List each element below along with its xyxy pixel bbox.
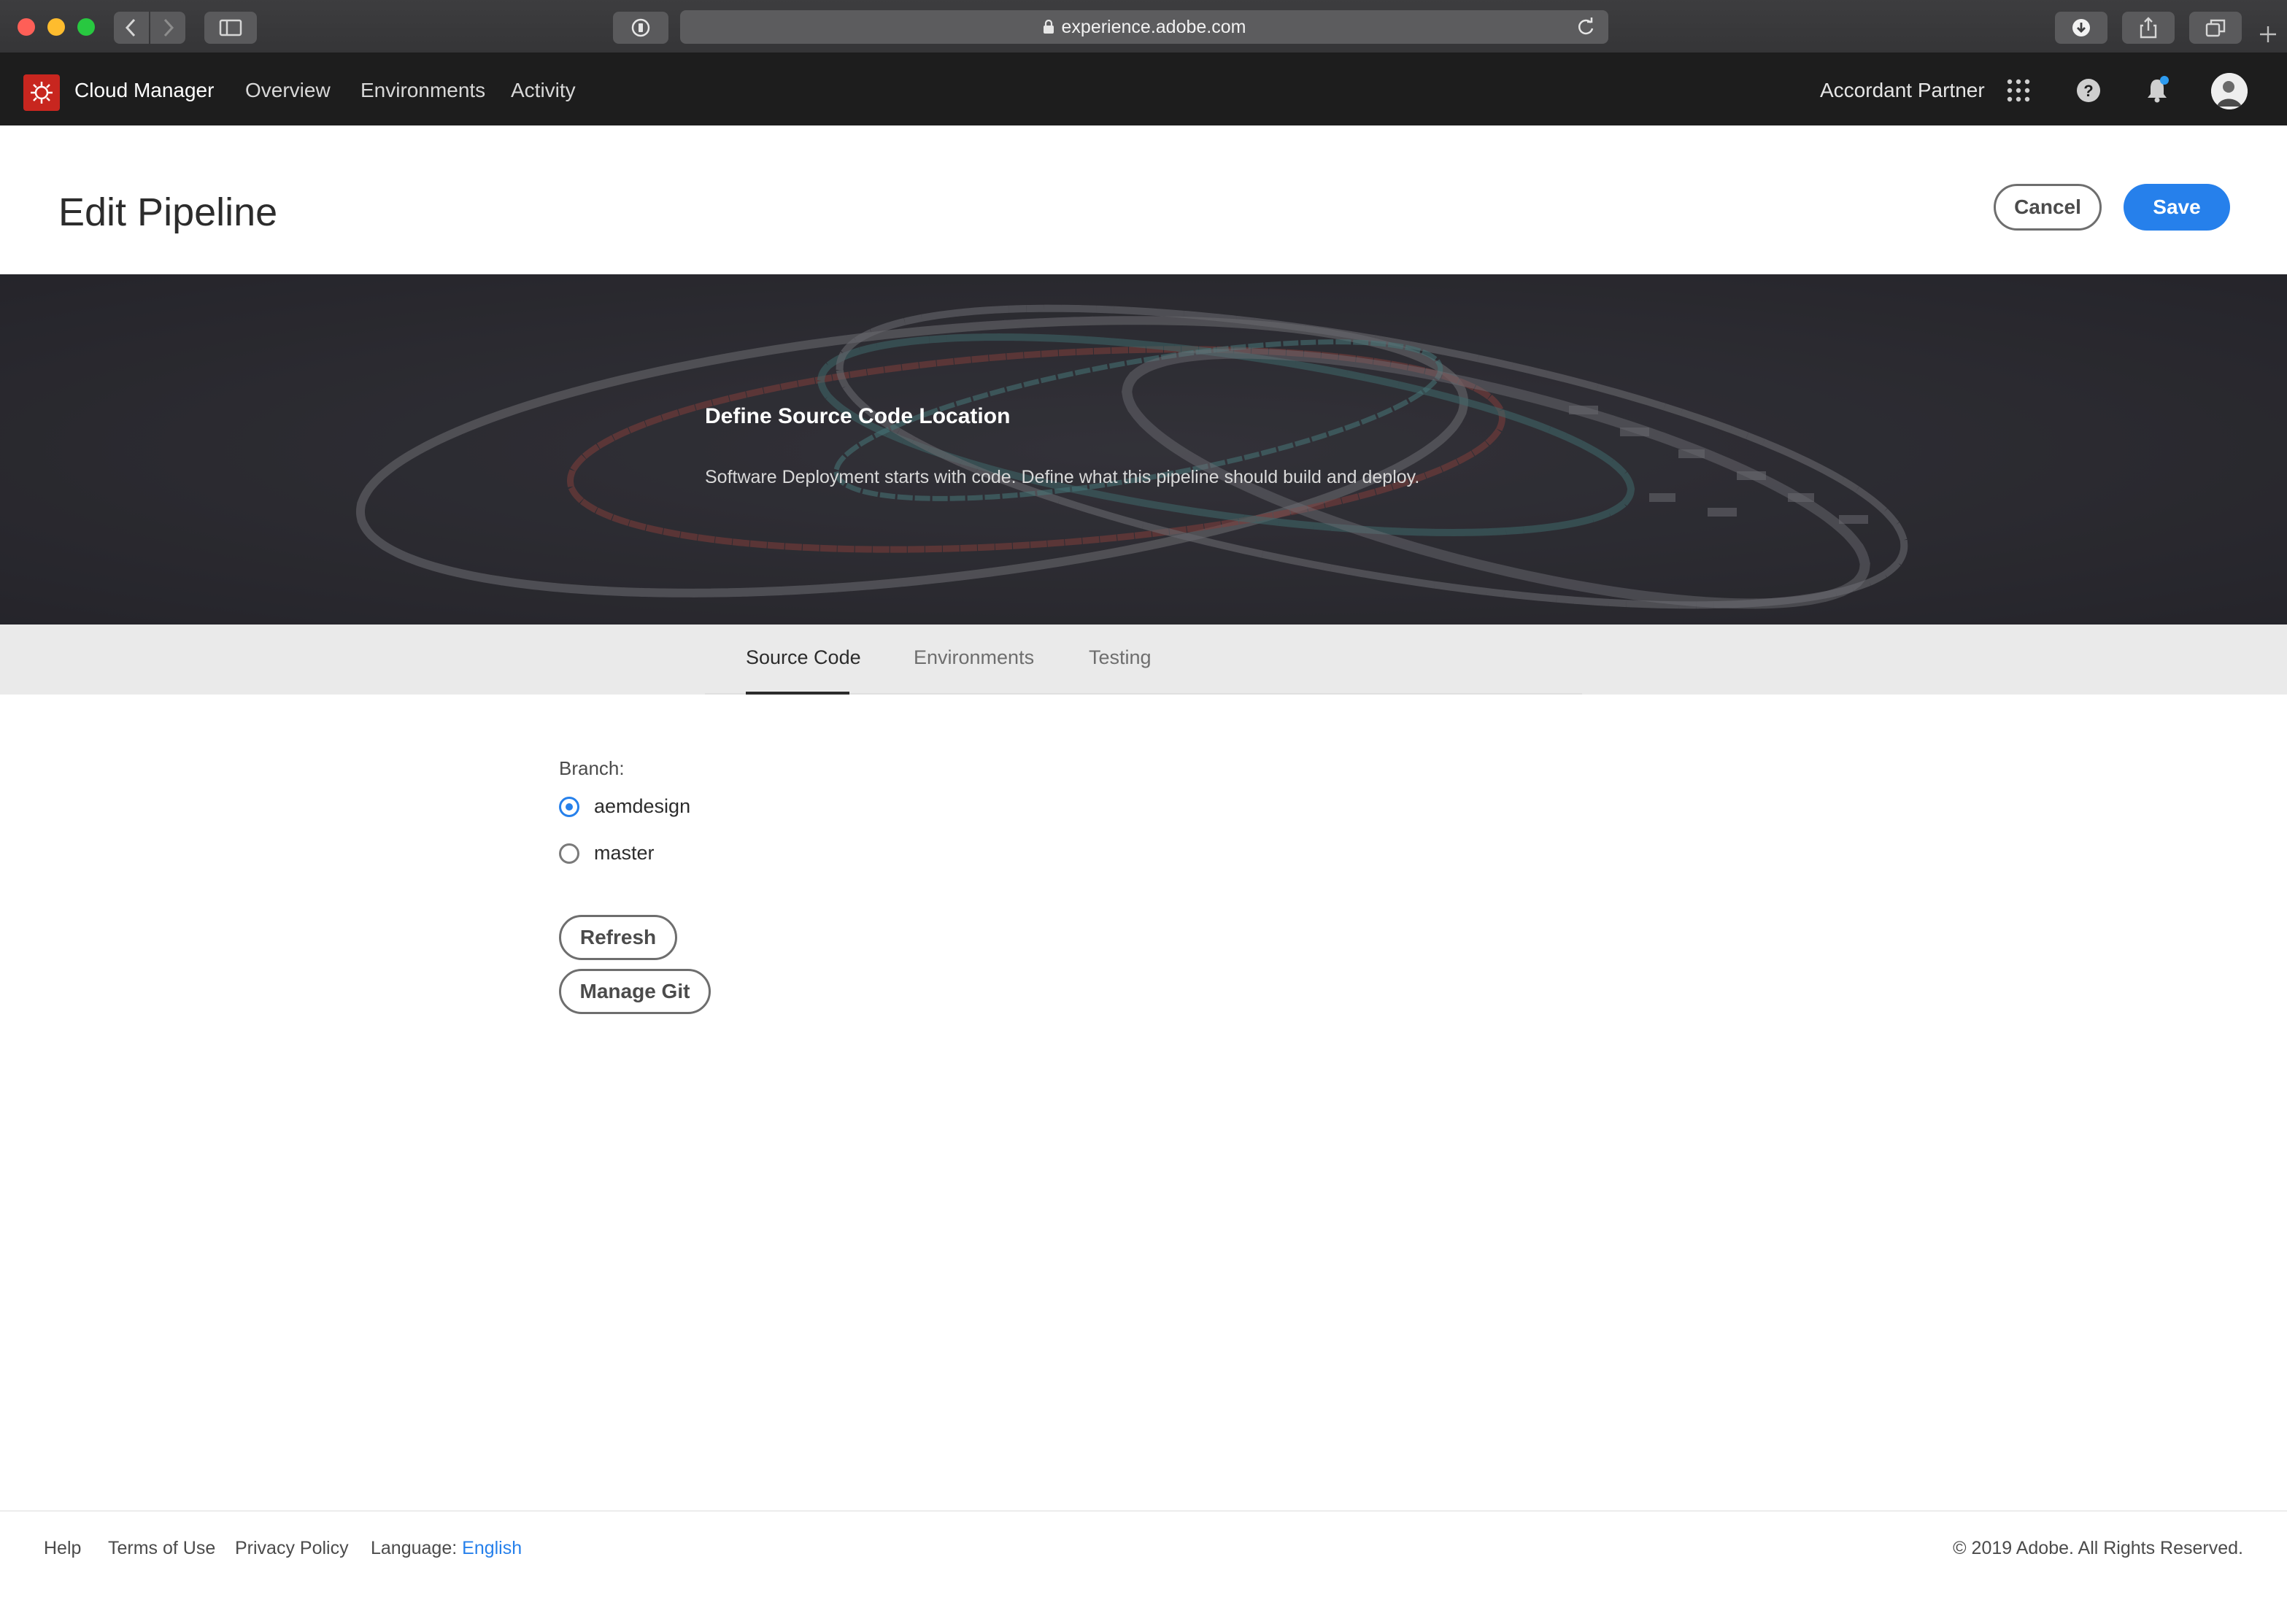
- copyright-text: © 2019 Adobe. All Rights Reserved.: [1953, 1538, 2243, 1558]
- close-window-button[interactable]: [18, 18, 35, 36]
- refresh-button[interactable]: Refresh: [559, 915, 677, 960]
- page-title: Edit Pipeline: [58, 190, 278, 234]
- footer-language: Language: English: [371, 1538, 522, 1559]
- branch-radio-master[interactable]: [559, 843, 579, 864]
- new-tab-button[interactable]: [2252, 20, 2284, 53]
- download-icon: [2072, 19, 2090, 36]
- hero-subtitle: Software Deployment starts with code. De…: [705, 467, 1420, 487]
- language-label: Language:: [371, 1538, 458, 1558]
- footer: Help Terms of Use Privacy Policy Languag…: [0, 1510, 2287, 1624]
- branch-option-label[interactable]: aemdesign: [594, 795, 690, 818]
- nav-activity[interactable]: Activity: [511, 79, 576, 102]
- help-icon[interactable]: ?: [2072, 74, 2105, 107]
- hero-background-art: [0, 274, 2287, 625]
- avatar[interactable]: [2211, 73, 2248, 109]
- share-icon: [2140, 17, 2157, 39]
- notification-dot: [2160, 76, 2169, 85]
- share-button[interactable]: [2122, 12, 2175, 44]
- app-header: Cloud Manager Overview Environments Acti…: [0, 54, 2287, 125]
- tab-overview-button[interactable]: [2189, 12, 2242, 44]
- lock-icon: [1043, 20, 1054, 34]
- address-bar[interactable]: experience.adobe.com: [680, 10, 1608, 44]
- footer-terms-link[interactable]: Terms of Use: [108, 1538, 215, 1559]
- chevron-right-icon: [163, 18, 174, 37]
- downloads-button[interactable]: [2055, 12, 2107, 44]
- sidebar-icon: [219, 19, 242, 36]
- bell-icon[interactable]: [2141, 74, 2173, 107]
- browser-toolbar: experience.adobe.com: [0, 0, 2287, 54]
- plus-icon: [2260, 26, 2276, 42]
- branch-option-label[interactable]: master: [594, 842, 655, 865]
- tab-list: Source Code Environments Testing: [705, 625, 1582, 695]
- branch-label: Branch:: [559, 757, 625, 779]
- org-switcher[interactable]: Accordant Partner: [1820, 79, 1985, 102]
- back-button[interactable]: [114, 12, 149, 44]
- save-button[interactable]: Save: [2124, 184, 2230, 231]
- language-selector-link[interactable]: English: [462, 1538, 522, 1558]
- apps-grid-icon[interactable]: [2002, 74, 2035, 107]
- privacy-shield-icon: [631, 18, 650, 37]
- tab-source-code[interactable]: Source Code: [746, 646, 861, 669]
- hero-banner: Define Source Code Location Software Dep…: [0, 274, 2287, 625]
- svg-text:?: ?: [2083, 82, 2093, 100]
- active-tab-indicator: [746, 692, 849, 695]
- chevron-left-icon: [125, 18, 136, 37]
- cloud-manager-logo-icon: [31, 82, 53, 104]
- cloud-manager-logo[interactable]: [23, 74, 60, 111]
- footer-help-link[interactable]: Help: [44, 1538, 81, 1559]
- cancel-button[interactable]: Cancel: [1994, 184, 2102, 231]
- url-text: experience.adobe.com: [1061, 16, 1246, 37]
- privacy-report-button[interactable]: [613, 12, 668, 44]
- branch-radio-aemdesign[interactable]: [559, 797, 579, 817]
- nav-environments[interactable]: Environments: [360, 79, 485, 102]
- tabs-icon: [2205, 19, 2226, 37]
- sidebar-toggle-button[interactable]: [204, 12, 257, 44]
- forward-button[interactable]: [150, 12, 185, 44]
- reload-icon[interactable]: [1576, 17, 1595, 42]
- minimize-window-button[interactable]: [47, 18, 65, 36]
- zoom-window-button[interactable]: [77, 18, 95, 36]
- nav-overview[interactable]: Overview: [245, 79, 331, 102]
- tab-bar: Source Code Environments Testing: [0, 625, 2287, 695]
- app-name[interactable]: Cloud Manager: [74, 79, 214, 102]
- tab-environments[interactable]: Environments: [914, 646, 1034, 669]
- tab-testing[interactable]: Testing: [1089, 646, 1152, 669]
- hero-title: Define Source Code Location: [705, 404, 1011, 428]
- footer-privacy-link[interactable]: Privacy Policy: [235, 1538, 349, 1559]
- manage-git-button[interactable]: Manage Git: [559, 969, 711, 1014]
